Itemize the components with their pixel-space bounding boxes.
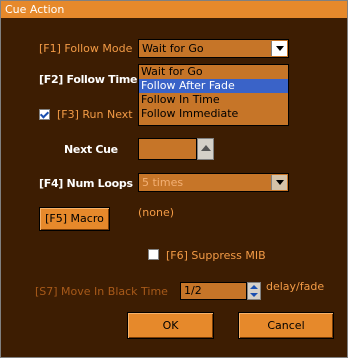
next-cue-up-icon[interactable]	[197, 138, 214, 160]
follow-mode-select[interactable]: Wait for Go	[138, 39, 289, 58]
num-loops-select[interactable]: 5 times	[138, 173, 289, 192]
window-title: Cue Action	[5, 3, 65, 16]
option-follow-in-time[interactable]: Follow In Time	[139, 93, 288, 107]
suppress-mib-checkbox[interactable]	[148, 249, 159, 260]
delay-fade-label: delay/fade	[266, 280, 325, 293]
suppress-mib-label: [F6] Suppress MIB	[166, 249, 266, 262]
chevron-down-icon[interactable]	[271, 41, 287, 56]
spin-down-icon[interactable]	[250, 293, 258, 297]
run-next-checkbox[interactable]	[39, 109, 50, 120]
ok-button[interactable]: OK	[127, 312, 214, 339]
spin-up-icon[interactable]	[250, 285, 258, 289]
follow-mode-value: Wait for Go	[142, 42, 204, 55]
follow-time-label: [F2] Follow Time	[39, 73, 138, 86]
option-follow-after-fade[interactable]: Follow After Fade	[139, 79, 288, 93]
move-in-black-input[interactable]: 1/2	[180, 282, 247, 300]
follow-mode-label: [F1] Follow Mode	[39, 42, 133, 55]
cancel-button[interactable]: Cancel	[238, 312, 334, 339]
cue-action-dialog: Cue Action [F1] Follow Mode Wait for Go …	[0, 0, 348, 358]
title-bar: Cue Action	[1, 1, 347, 18]
next-cue-label: Next Cue	[64, 143, 118, 156]
num-loops-label: [F4] Num Loops	[39, 177, 133, 190]
num-loops-value: 5 times	[142, 176, 184, 189]
move-in-black-label: [S7] Move In Black Time	[35, 285, 168, 298]
move-in-black-value: 1/2	[184, 284, 202, 297]
run-next-label: [F3] Run Next	[57, 108, 133, 121]
macro-button[interactable]: [F5] Macro	[39, 207, 110, 231]
macro-value: (none)	[138, 206, 175, 219]
chevron-down-icon[interactable]	[271, 175, 287, 190]
next-cue-input[interactable]	[138, 138, 197, 160]
option-wait-for-go[interactable]: Wait for Go	[139, 65, 288, 79]
move-in-black-spinner[interactable]	[247, 282, 261, 300]
follow-mode-dropdown-list: Wait for Go Follow After Fade Follow In …	[138, 64, 289, 126]
option-follow-immediate[interactable]: Follow Immediate	[139, 107, 288, 121]
